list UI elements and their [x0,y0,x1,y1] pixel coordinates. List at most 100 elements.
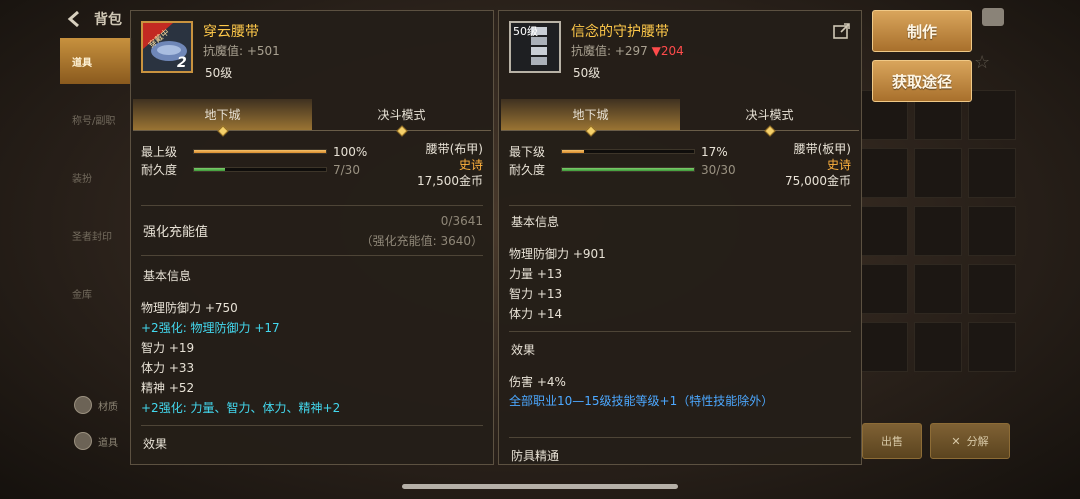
item-meta: 腰带(板甲) 史诗 75,000金币 [785,141,851,189]
tab-duel[interactable]: 决斗模式 [680,99,859,137]
sell-label: 出售 [881,435,903,448]
enhance-stat-line: +2强化: 物理防御力 +17 [141,321,280,335]
item-type: 腰带(板甲) [793,142,851,156]
item-meta: 腰带(布甲) 史诗 17,500金币 [417,141,483,189]
equipped-item-panel: 穿戴中 2 穿云腰带 抗魔值: +501 50级 地下城 决斗模式 最上级 10… [130,10,494,465]
compare-item-panel: 50级 信念的守护腰带 抗魔值: +297 ▼204 50级 地下城 决斗模式 … [498,10,862,465]
tab-diamond-icon [216,125,229,137]
inventory-grid [860,90,1016,372]
top-bar: 背包 [64,6,122,32]
disassemble-icon: ✕ [951,434,961,448]
mode-tabs: 地下城 决斗模式 [501,99,859,137]
obtain-source-button[interactable]: 获取途径 [872,60,972,102]
tab-diamond-icon [395,125,408,137]
sidebar-item-avatar[interactable]: 装扮 [60,154,132,200]
enhance-energy-value: 0/3641 [440,214,483,228]
divider [509,437,851,438]
stat-line: 精神 +52 [141,381,195,395]
tab-dungeon[interactable]: 地下城 [501,99,680,137]
inventory-slot[interactable] [914,148,962,198]
craft-button[interactable]: 制作 [872,10,972,52]
magic-resist-value: 抗魔值: +297 ▼204 [571,42,684,59]
enhance-energy-values: 0/3641 （强化充能值: 3640） [361,211,483,251]
durability-bar-fill [194,168,225,171]
item-header: 50级 信念的守护腰带 抗魔值: +297 ▼204 50级 [499,11,861,97]
inventory-slot[interactable] [860,264,908,314]
basic-info-title: 基本信息 [143,269,192,283]
inventory-slot[interactable] [968,322,1016,372]
item-level-badge: 50级 [513,25,538,38]
stat-line: 物理防御力 +750 [141,301,238,315]
inventory-slot[interactable] [860,148,908,198]
stat-line: 体力 +14 [509,307,563,321]
inventory-slot[interactable] [914,206,962,256]
inventory-slot[interactable] [914,264,962,314]
back-arrow-icon[interactable] [64,8,86,30]
item-name: 穿云腰带 [203,24,259,40]
grade-bar-fill [194,150,326,153]
stat-line: 智力 +13 [509,287,563,301]
sidebar-item-title[interactable]: 称号/副职 [60,96,132,142]
sidebar-bottom-material[interactable]: 材质 [74,396,134,414]
enhance-energy-title: 强化充能值 [143,225,209,240]
sidebar-bottom-label: 材质 [98,401,118,413]
inventory-slot[interactable] [914,322,962,372]
item-name: 信念的守护腰带 [571,24,669,40]
sell-button[interactable]: 出售 [862,423,922,459]
sidebar-item-items[interactable]: 道具 [60,38,132,84]
share-icon[interactable] [833,23,851,39]
sidebar-item-label: 称号/副职 [72,115,116,127]
home-indicator[interactable] [402,484,678,489]
inventory-slot[interactable] [968,206,1016,256]
durability-label: 耐久度 [509,163,546,177]
stat-line: 物理防御力 +901 [509,247,606,261]
material-icon [74,396,92,414]
favorite-star-icon[interactable]: ☆ [974,52,990,73]
tab-duel[interactable]: 决斗模式 [312,99,491,137]
item-level: 50级 [573,66,601,80]
disassemble-label: 分解 [966,435,989,448]
magic-resist-label: 抗魔值: +297 [571,44,648,58]
item-rarity: 史诗 [826,158,851,172]
sidebar-item-seal[interactable]: 圣者封印 [60,212,132,258]
grade-bar-fill [562,150,585,153]
enhance-stat-line: +2强化: 力量、智力、体力、精神+2 [141,401,341,415]
skill-effect-line: 全部职业10—15级技能等级+1（特性技能除外） [509,394,774,408]
tab-dungeon[interactable]: 地下城 [133,99,312,137]
durability-row: 耐久度 7/30 [141,161,360,178]
divider [141,255,483,256]
stat-line: 体力 +33 [141,361,195,375]
chat-icon[interactable] [982,8,1004,26]
item-price: 75,000金币 [785,174,851,188]
inventory-slot[interactable] [968,90,1016,140]
sidebar-bottom-items[interactable]: 道具 [74,432,134,450]
tab-diamond-icon [584,125,597,137]
magic-resist-decrease: ▼204 [651,44,684,58]
grade-percent: 17% [701,144,728,159]
inventory-slot[interactable] [968,148,1016,198]
durability-bar [561,167,695,172]
divider [141,205,483,206]
grade-bar [193,149,327,154]
item-circle-icon [74,432,92,450]
sidebar-item-label: 圣者封印 [72,231,112,243]
sidebar-item-vault[interactable]: 金库 [60,270,132,316]
tab-label: 地下城 [204,108,241,122]
grade-label: 最下级 [509,145,546,159]
mode-tabs: 地下城 决斗模式 [133,99,491,137]
inventory-slot[interactable] [860,206,908,256]
item-level: 50级 [205,66,233,80]
item-price: 17,500金币 [417,174,483,188]
item-stats: 最下级 17% 耐久度 30/30 腰带(板甲) 史诗 75,000金币 [509,141,851,197]
tab-label: 决斗模式 [377,108,426,122]
disassemble-button[interactable]: ✕ 分解 [930,423,1010,459]
durability-row: 耐久度 30/30 [509,161,736,178]
magic-resist-value: 抗魔值: +501 [203,44,280,58]
item-header: 穿戴中 2 穿云腰带 抗魔值: +501 50级 [131,11,493,97]
inventory-slot[interactable] [860,322,908,372]
armor-mastery-title: 防具精通 [511,449,560,463]
durability-value: 30/30 [701,162,736,177]
inventory-slot[interactable] [968,264,1016,314]
effect-title: 效果 [143,437,168,451]
tab-diamond-icon [763,125,776,137]
